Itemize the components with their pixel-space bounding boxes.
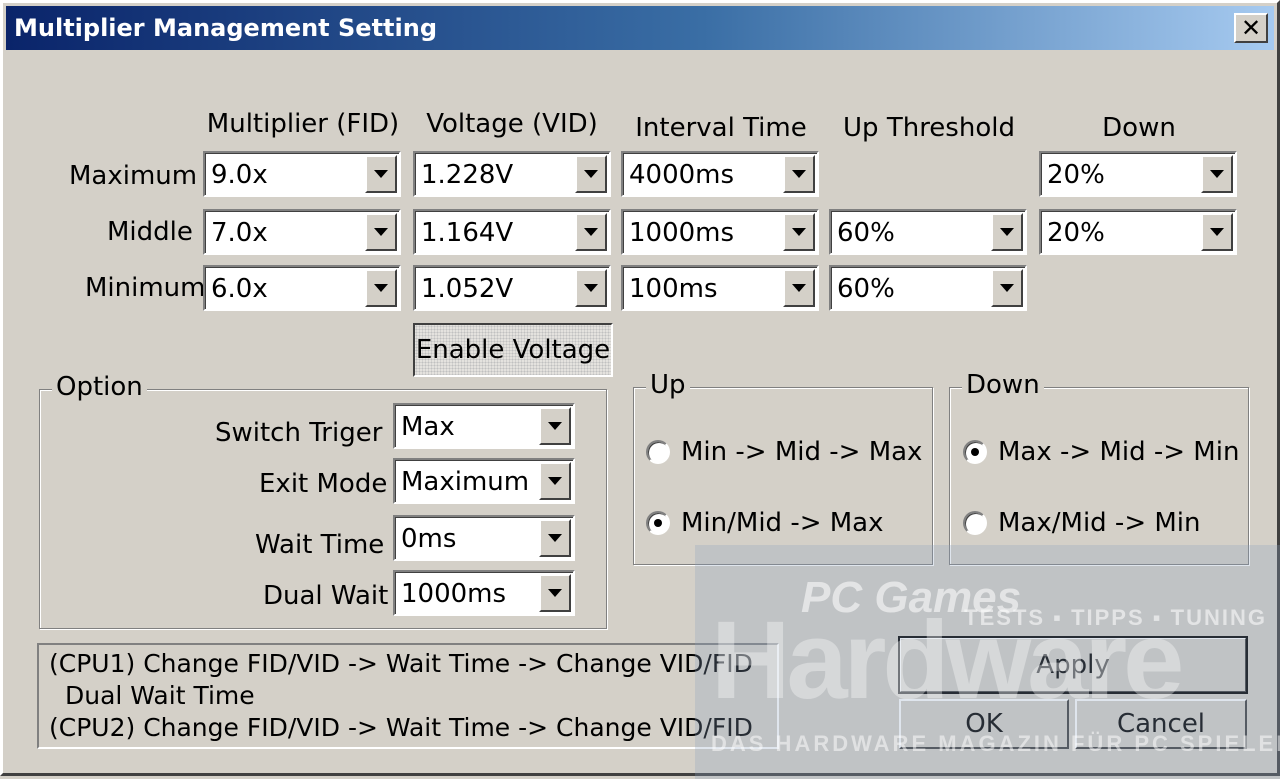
row-label-middle: Middle (107, 217, 193, 247)
dropdown-arrow-icon[interactable] (365, 269, 397, 307)
minimum-interval-value: 100ms (629, 274, 718, 304)
minimum-multiplier-value: 6.0x (211, 274, 268, 304)
wait-time-select[interactable]: 0ms (393, 515, 575, 561)
minimum-interval-select[interactable]: 100ms (621, 265, 819, 311)
up-option-2-label[interactable]: Min/Mid -> Max (681, 508, 884, 538)
dropdown-arrow-icon[interactable] (783, 155, 815, 193)
wait-time-label: Wait Time (255, 530, 385, 560)
middle-multiplier-select[interactable]: 7.0x (203, 209, 401, 255)
info-line-1: (CPU1) Change FID/VID -> Wait Time -> Ch… (49, 649, 753, 678)
minimum-voltage-value: 1.052V (421, 274, 514, 304)
minimum-up-threshold-select[interactable]: 60% (829, 265, 1027, 311)
row-label-maximum: Maximum (69, 161, 198, 191)
up-option-1-label[interactable]: Min -> Mid -> Max (681, 437, 922, 467)
close-icon: ✕ (1240, 14, 1262, 42)
middle-multiplier-value: 7.0x (211, 218, 268, 248)
up-radio-min-mid-to-max[interactable] (646, 511, 670, 535)
enable-voltage-label: Enable Voltage (415, 335, 611, 365)
dropdown-arrow-icon[interactable] (991, 269, 1023, 307)
maximum-multiplier-select[interactable]: 9.0x (203, 151, 401, 197)
down-legend: Down (962, 370, 1044, 400)
minimum-up-threshold-value: 60% (837, 274, 895, 304)
window-title: Multiplier Management Setting (14, 14, 438, 42)
dropdown-arrow-icon[interactable] (365, 213, 397, 251)
switch-trigger-select[interactable]: Max (393, 403, 575, 449)
dropdown-arrow-icon[interactable] (1201, 213, 1233, 251)
dropdown-arrow-icon[interactable] (783, 269, 815, 307)
info-line-3: (CPU2) Change FID/VID -> Wait Time -> Ch… (49, 713, 753, 742)
down-radio-max-mid-to-min[interactable] (963, 511, 987, 535)
middle-up-threshold-select[interactable]: 60% (829, 209, 1027, 255)
maximum-down-value: 20% (1047, 160, 1105, 190)
header-voltage: Voltage (VID) (426, 109, 598, 139)
switch-trigger-value: Max (401, 412, 455, 442)
watermark-subtitle: DAS HARDWARE MAGAZIN FÜR PC SPIELER (711, 731, 1280, 756)
maximum-interval-value: 4000ms (629, 160, 735, 190)
row-label-minimum: Minimum (85, 273, 206, 303)
dialog-window: Multiplier Management Setting ✕ Multipli… (0, 0, 1280, 779)
minimum-voltage-select[interactable]: 1.052V (413, 265, 611, 311)
info-line-2: Dual Wait Time (65, 681, 255, 710)
dropdown-arrow-icon[interactable] (575, 213, 607, 251)
down-radio-max-mid-min[interactable] (963, 440, 987, 464)
middle-down-value: 20% (1047, 218, 1105, 248)
exit-mode-value: Maximum (401, 467, 530, 497)
up-group: Up (633, 370, 933, 565)
maximum-voltage-value: 1.228V (421, 160, 514, 190)
down-option-2-label[interactable]: Max/Mid -> Min (998, 508, 1201, 538)
exit-mode-select[interactable]: Maximum (393, 458, 575, 504)
enable-voltage-toggle[interactable]: Enable Voltage (413, 323, 613, 377)
dropdown-arrow-icon[interactable] (575, 269, 607, 307)
middle-interval-select[interactable]: 1000ms (621, 209, 819, 255)
maximum-down-select[interactable]: 20% (1039, 151, 1237, 197)
option-legend: Option (52, 372, 147, 402)
dropdown-arrow-icon[interactable] (539, 407, 571, 445)
middle-voltage-select[interactable]: 1.164V (413, 209, 611, 255)
maximum-multiplier-value: 9.0x (211, 160, 268, 190)
middle-voltage-value: 1.164V (421, 218, 514, 248)
dropdown-arrow-icon[interactable] (783, 213, 815, 251)
dual-wait-label: Dual Wait (263, 581, 389, 611)
maximum-interval-select[interactable]: 4000ms (621, 151, 819, 197)
header-up-threshold: Up Threshold (843, 113, 1015, 143)
middle-down-select[interactable]: 20% (1039, 209, 1237, 255)
dropdown-arrow-icon[interactable] (575, 155, 607, 193)
middle-up-threshold-value: 60% (837, 218, 895, 248)
close-button[interactable]: ✕ (1234, 13, 1268, 43)
dropdown-arrow-icon[interactable] (365, 155, 397, 193)
watermark-tagline: TESTS ▪ TIPPS ▪ TUNING (964, 605, 1267, 630)
dropdown-arrow-icon[interactable] (539, 574, 571, 612)
dual-wait-select[interactable]: 1000ms (393, 570, 575, 616)
dual-wait-value: 1000ms (401, 579, 507, 609)
dropdown-arrow-icon[interactable] (539, 519, 571, 557)
maximum-voltage-select[interactable]: 1.228V (413, 151, 611, 197)
down-group: Down (949, 370, 1249, 565)
dropdown-arrow-icon[interactable] (1201, 155, 1233, 193)
header-multiplier: Multiplier (FID) (206, 109, 400, 139)
minimum-multiplier-select[interactable]: 6.0x (203, 265, 401, 311)
header-down: Down (1102, 113, 1176, 143)
dropdown-arrow-icon[interactable] (991, 213, 1023, 251)
title-bar: Multiplier Management Setting ✕ (6, 6, 1274, 50)
up-legend: Up (646, 370, 690, 400)
down-option-1-label[interactable]: Max -> Mid -> Min (998, 437, 1239, 467)
dropdown-arrow-icon[interactable] (539, 462, 571, 500)
up-radio-min-mid-max[interactable] (646, 440, 670, 464)
pcgh-watermark: Hardware PC Games TESTS ▪ TIPPS ▪ TUNING… (695, 545, 1280, 779)
info-text-box: (CPU1) Change FID/VID -> Wait Time -> Ch… (37, 643, 779, 749)
switch-trigger-label: Switch Triger (215, 418, 383, 448)
header-interval-time: Interval Time (635, 113, 807, 143)
wait-time-value: 0ms (401, 524, 457, 554)
middle-interval-value: 1000ms (629, 218, 735, 248)
exit-mode-label: Exit Mode (259, 469, 388, 499)
